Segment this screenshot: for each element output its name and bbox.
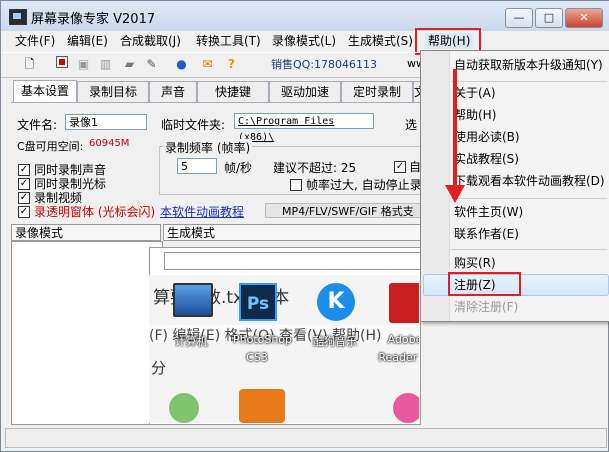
tab-sound[interactable]: 声音 [149, 81, 197, 103]
fps-auto-checkbox[interactable]: ✓ [394, 161, 406, 173]
menu-generate-mode[interactable]: 生成模式(S) [348, 33, 413, 49]
photoshop-icon[interactable]: Ps [239, 283, 277, 321]
formats-banner: MP4/FLV/SWF/GIF 格式支 [265, 203, 421, 218]
status-bar [5, 428, 607, 448]
menu-convert[interactable]: 转换工具(T) [196, 33, 261, 49]
fps-auto-label: 自 [409, 160, 420, 174]
menu-edit[interactable]: 编辑(E) [67, 33, 108, 49]
globe-icon[interactable]: ● [173, 56, 190, 73]
record-sound-checkbox[interactable]: ✓ [18, 164, 30, 176]
filename-label: 文件名: [17, 118, 58, 132]
gift-icon[interactable]: ✉ [199, 56, 216, 73]
main-window: 屏幕录像专家 V2017 — □ ✕ 文件(F) 编辑(E) 合成截取(J) 转… [0, 0, 609, 452]
record-cursor-checkbox[interactable]: ✓ [18, 178, 30, 190]
desktop-icon-kugou[interactable]: 酷狗音乐 [311, 333, 359, 349]
tab-hotkeys[interactable]: 快捷键 [197, 81, 269, 103]
record-transparent-label: 录透明窗体 (光标会闪) [34, 205, 156, 219]
fps-unit: 帧/秒 [224, 161, 253, 175]
desktop-icon-adobe-sub: Reader XI [378, 351, 419, 364]
tab-timed-record[interactable]: 定时录制 [341, 81, 413, 103]
fps-suggest: 建议不超过: 25 [273, 161, 357, 175]
menu-bar: 文件(F) 编辑(E) 合成截取(J) 转换工具(T) 录像模式(L) 生成模式… [1, 31, 609, 51]
menu-item-about[interactable]: 关于(A) [421, 82, 609, 104]
desktop-icon-photoshop-sub: CS3 [246, 351, 268, 364]
menu-compose[interactable]: 合成截取(J) [120, 33, 181, 49]
menu-separator [451, 198, 607, 199]
fps-group-label: 录制频率 (帧率) [163, 139, 253, 156]
refresh-icon[interactable] [169, 393, 199, 423]
menu-item-must-read[interactable]: 使用必读(B) [421, 126, 609, 148]
tutorial-link[interactable]: 本软件动画教程 [160, 203, 244, 220]
desktop-icon-adobe[interactable]: Adobe [381, 333, 419, 346]
record-icon[interactable] [53, 56, 70, 73]
desktop-preview: 算要加数.txt 事本 (F) 编辑(E) 格式(O) 查看(V) 帮助(H) … [149, 275, 419, 423]
fps-too-high-label: 帧率过大, 自动停止录 [306, 178, 420, 192]
bg-fen-text: 分 [151, 359, 167, 377]
sales-qq-text: 销售QQ:178046113 [271, 58, 378, 71]
stop-icon[interactable]: ▣ [75, 56, 92, 73]
fps-input[interactable]: 5 [177, 158, 217, 174]
temp-folder-input[interactable]: C:\Program Files (x86)\ [234, 113, 374, 143]
generate-mode-header[interactable]: 生成模式 [163, 224, 421, 241]
menu-item-help[interactable]: 帮助(H) [421, 104, 609, 126]
menu-record-mode[interactable]: 录像模式(L) [272, 33, 336, 49]
menu-item-auto-update[interactable]: 自动获取新版本升级通知(Y) [421, 54, 609, 76]
pink-app-icon[interactable] [393, 393, 419, 423]
maximize-button[interactable]: □ [535, 8, 563, 28]
tab-record-target[interactable]: 录制目标 [77, 81, 149, 103]
pause-icon[interactable]: ▥ [97, 56, 114, 73]
disk-space-value: 60945M [89, 138, 130, 149]
adobe-reader-icon[interactable] [389, 283, 419, 323]
preview-input-strip [164, 252, 420, 270]
orange-app-icon[interactable] [239, 389, 285, 423]
disk-space-label: C盘可用空间: [17, 140, 84, 153]
record-mode-header[interactable]: 录像模式 [11, 224, 161, 241]
kugou-icon[interactable]: K [317, 283, 355, 321]
menu-item-clear-register: 清除注册(F) [454, 300, 519, 314]
menu-item-tutorial[interactable]: 实战教程(S) [421, 148, 609, 170]
register-highlight-box [448, 272, 521, 296]
desktop-icon-photoshop[interactable]: PhotoShop [233, 333, 292, 346]
menu-separator [451, 249, 607, 250]
annotation-arrow-shaft [453, 69, 457, 187]
select-folder-button[interactable]: 选 [405, 116, 417, 133]
pen-icon[interactable]: ✎ [143, 56, 160, 73]
menu-item-homepage[interactable]: 软件主页(W) [421, 201, 609, 223]
menu-item-buy[interactable]: 购买(R) [421, 252, 609, 274]
computer-icon[interactable] [173, 283, 213, 317]
minimize-button[interactable]: — [505, 8, 533, 28]
record-video-checkbox[interactable]: ✓ [18, 192, 30, 204]
window-title: 屏幕录像专家 V2017 [31, 12, 156, 27]
record-transparent-checkbox[interactable]: ✓ [18, 206, 30, 218]
tab-driver-accel[interactable]: 驱动加速 [269, 81, 341, 103]
close-button[interactable]: ✕ [565, 8, 603, 28]
menu-file[interactable]: 文件(F) [15, 33, 55, 49]
annotation-arrow-head [445, 185, 465, 203]
filename-input[interactable]: 录像1 [65, 114, 147, 130]
title-bar[interactable]: 屏幕录像专家 V2017 — □ ✕ [1, 1, 609, 31]
fps-too-high-checkbox[interactable] [290, 179, 302, 191]
app-icon [9, 9, 27, 25]
temp-folder-label: 临时文件夹: [161, 118, 226, 132]
desktop-icon-computer[interactable]: 计算机 [167, 333, 215, 349]
record-mode-list[interactable] [11, 241, 163, 425]
menu-item-contact[interactable]: 联系作者(E) [421, 223, 609, 245]
tab-basic-settings[interactable]: 基本设置 [13, 80, 77, 104]
help-icon[interactable]: ? [223, 56, 240, 73]
new-icon[interactable]: 🗋 [21, 56, 38, 73]
camera-icon[interactable]: ▰ [121, 56, 138, 73]
